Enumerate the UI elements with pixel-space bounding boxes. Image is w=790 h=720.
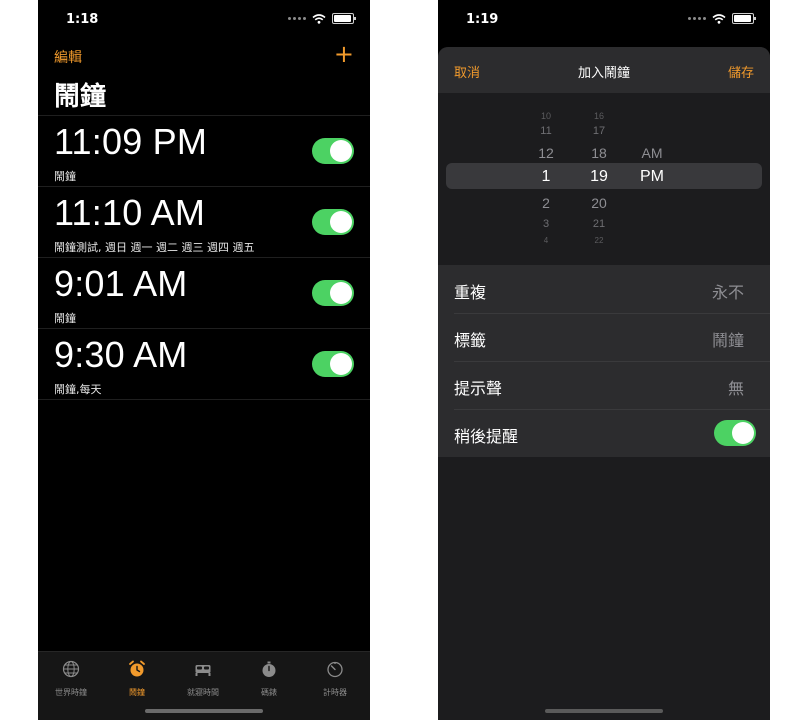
alarm-time: 11:09 PM [54,121,208,162]
picker-value: 21 [592,218,606,230]
alarm-row[interactable]: 11:10 AM 鬧鐘測試, 週日 週一 週二 週三 週四 週五 [38,186,370,257]
status-time: 1:18 [66,12,99,27]
tab-label: 鬧鐘 [129,688,145,697]
tab-label: 就寢時間 [187,688,219,697]
bed-icon [195,665,211,676]
status-icons [688,13,756,24]
tab-label: 計時器 [323,688,347,697]
tab-label: 世界時鐘 [55,688,87,697]
alarm-toggle[interactable] [312,351,354,377]
stopwatch-icon [262,661,276,677]
status-time: 1:19 [466,12,499,27]
tab-alarm[interactable]: 鬧鐘 [104,660,170,699]
tab-timer[interactable]: 計時器 [302,660,368,699]
tab-label: 碼錶 [261,688,277,697]
sheet-header: 取消 加入鬧鐘 儲存 [438,47,770,93]
setting-label: 標籤 [454,331,487,350]
setting-repeat[interactable]: 重複 永不 [438,265,770,313]
alarm-row[interactable]: 9:30 AM 鬧鐘,每天 [38,328,370,400]
setting-label: 提示聲 [454,379,503,398]
page-title: 鬧鐘 [54,82,107,112]
add-alarm-sheet: 取消 加入鬧鐘 儲存 10 11 12 1 2 3 4 16 17 18 19 … [438,47,770,720]
setting-value: 鬧鐘 [711,331,744,350]
battery-icon [332,13,356,24]
save-button[interactable]: 儲存 [728,62,754,81]
wifi-icon [312,13,326,24]
tab-stopwatch[interactable]: 碼錶 [236,660,302,699]
setting-value: 永不 [711,283,744,302]
edit-button[interactable]: 編輯 [54,47,82,67]
alarm-toggle[interactable] [312,138,354,164]
picker-value: 4 [543,236,549,245]
picker-value: 20 [591,195,607,211]
setting-value: 無 [727,379,744,398]
setting-label-name[interactable]: 標籤 鬧鐘 [438,313,770,361]
home-indicator[interactable] [145,709,263,713]
picker-value: 11 [540,125,552,137]
setting-snooze: 稍後提醒 [438,409,770,457]
alarm-clock-icon [129,660,145,677]
sheet-title: 加入鬧鐘 [577,66,630,81]
picker-value: 16 [593,111,604,121]
alarm-label: 鬧鐘,每天 [54,383,102,396]
wifi-icon [712,13,726,24]
alarm-list: 11:09 PM 鬧鐘 11:10 AM 鬧鐘測試, 週日 週一 週二 週三 週… [38,115,370,400]
tab-world-clock[interactable]: 世界時鐘 [38,660,104,699]
setting-sound[interactable]: 提示聲 無 [438,361,770,409]
alarm-label: 鬧鐘 [54,170,76,183]
snooze-toggle[interactable] [714,420,756,446]
picker-value: AM [641,145,663,161]
alarm-row[interactable]: 9:01 AM 鬧鐘 [38,257,370,328]
picker-value: 2 [542,195,550,211]
alarm-time: 9:30 AM [54,334,188,375]
picker-value: 12 [538,145,554,161]
alarm-time: 9:01 AM [54,263,188,304]
timer-icon [327,661,343,678]
alarm-time: 11:10 AM [54,192,206,233]
picker-value: 22 [594,236,604,245]
alarm-toggle[interactable] [312,209,354,235]
battery-icon [732,13,756,24]
add-alarm-button[interactable]: + [334,40,354,68]
globe-icon [62,660,80,678]
signal-icon [288,17,306,20]
tab-bedtime[interactable]: 就寢時間 [170,660,236,699]
picker-value: 3 [542,218,550,230]
picker-value: 10 [540,111,551,121]
alarm-settings: 重複 永不 標籤 鬧鐘 提示聲 無 稍後提醒 [438,265,770,457]
tab-bar: 世界時鐘 鬧鐘 就寢時間 碼錶 計時器 [38,651,370,720]
picker-value-selected: PM [640,168,664,185]
alarm-label: 鬧鐘測試, 週日 週一 週二 週三 週四 週五 [54,241,255,254]
alarm-label: 鬧鐘 [54,312,76,325]
alarm-row[interactable]: 11:09 PM 鬧鐘 [38,115,370,186]
alarm-toggle[interactable] [312,280,354,306]
alarm-list-screen: 1:18 編輯 + 鬧鐘 11:09 PM 鬧鐘 11:10 AM 鬧鐘測試, … [38,0,370,720]
status-bar: 1:19 [438,0,770,40]
setting-label: 重複 [454,283,487,302]
status-bar: 1:18 [38,0,370,40]
picker-value: 17 [592,125,606,137]
home-indicator[interactable] [545,709,663,713]
picker-value: 18 [591,145,607,161]
picker-value-selected: 1 [541,168,551,185]
setting-label: 稍後提醒 [454,427,519,446]
picker-value-selected: 19 [590,168,608,185]
status-icons [288,13,356,24]
add-alarm-screen: 1:19 取消 加入鬧鐘 儲存 10 11 12 1 2 3 4 16 17 1… [438,0,770,720]
time-picker[interactable]: 10 11 12 1 2 3 4 16 17 18 19 20 21 22 AM… [438,93,770,265]
signal-icon [688,17,706,20]
